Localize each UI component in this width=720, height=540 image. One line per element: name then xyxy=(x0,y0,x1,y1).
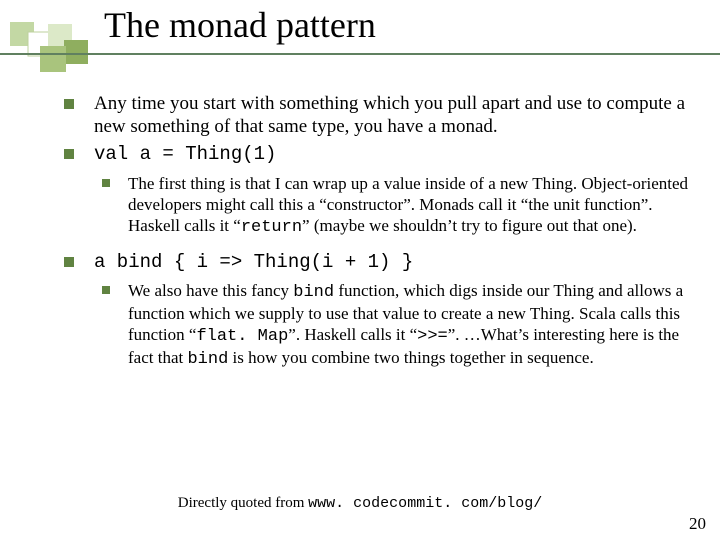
footer-citation: Directly quoted from www. codecommit. co… xyxy=(0,495,720,512)
bullet-text: Any time you start with something which … xyxy=(94,93,685,137)
decorative-squares-icon xyxy=(10,22,88,74)
code-line: val a = Thing(1) xyxy=(94,143,276,165)
inline-code: flat. Map xyxy=(196,327,288,346)
square-bullet-icon xyxy=(64,99,74,109)
square-bullet-icon xyxy=(102,179,110,187)
bullet-item: Any time you start with something which … xyxy=(58,92,700,138)
footer-text: Directly quoted from xyxy=(178,495,308,511)
sub-bullet-item: We also have this fancy bind function, w… xyxy=(94,280,700,370)
bullet-item: a bind { i => Thing(i + 1) } xyxy=(58,250,700,274)
sub-text: We also have this fancy xyxy=(128,281,293,300)
inline-code: bind xyxy=(187,350,228,369)
page-number: 20 xyxy=(689,514,706,534)
sub-text: ”. Haskell calls it “ xyxy=(288,325,417,344)
inline-code: bind xyxy=(293,283,334,302)
footer-url: www. codecommit. com/blog/ xyxy=(308,495,542,512)
slide-title: The monad pattern xyxy=(104,4,376,46)
inline-code: return xyxy=(241,218,302,237)
sub-text: ” (maybe we shouldn’t try to figure out … xyxy=(302,216,637,235)
bullet-item: val a = Thing(1) xyxy=(58,142,700,166)
title-underline xyxy=(0,53,720,55)
sub-bullet-item: The first thing is that I can wrap up a … xyxy=(94,173,700,238)
square-bullet-icon xyxy=(64,257,74,267)
square-bullet-icon xyxy=(64,149,74,159)
sub-text: is how you combine two things together i… xyxy=(228,348,593,367)
code-line: a bind { i => Thing(i + 1) } xyxy=(94,251,413,273)
slide-body: Any time you start with something which … xyxy=(58,92,700,382)
slide-header: The monad pattern xyxy=(0,0,720,68)
inline-code: >>= xyxy=(417,327,448,346)
square-bullet-icon xyxy=(102,286,110,294)
